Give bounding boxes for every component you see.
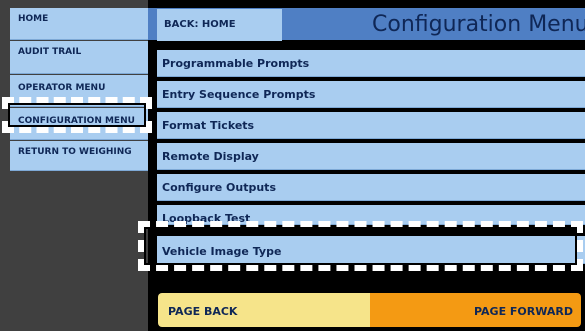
page-back-button[interactable]: PAGE BACK bbox=[158, 293, 370, 327]
menu-item-label: Programmable Prompts bbox=[162, 57, 310, 70]
sidebar: HOME AUDIT TRAIL OPERATOR MENU CONFIGURA… bbox=[0, 0, 148, 331]
menu-item-label: Remote Display bbox=[162, 150, 259, 163]
main-panel: BACK: HOME Configuration Menu Programmab… bbox=[148, 0, 585, 331]
menu-item-label: Format Tickets bbox=[162, 119, 255, 132]
menu-item-label: Entry Sequence Prompts bbox=[162, 88, 316, 101]
menu-item-format-tickets[interactable]: Format Tickets bbox=[157, 112, 585, 139]
back-home-button[interactable]: BACK: HOME bbox=[157, 9, 282, 41]
sidebar-item-label: RETURN TO WEIGHING bbox=[18, 147, 132, 157]
page-forward-button[interactable]: PAGE FORWARD bbox=[370, 293, 581, 327]
menu-item-label: Configure Outputs bbox=[162, 181, 276, 194]
header-bar: BACK: HOME Configuration Menu bbox=[148, 8, 585, 41]
sidebar-item-label: AUDIT TRAIL bbox=[18, 47, 82, 57]
page-forward-label: PAGE FORWARD bbox=[473, 305, 573, 318]
sidebar-item-audit-trail[interactable]: AUDIT TRAIL bbox=[10, 41, 148, 74]
menu-item-remote-display[interactable]: Remote Display bbox=[157, 143, 585, 170]
highlight-frame-configuration-menu bbox=[2, 97, 152, 133]
menu-item-programmable-prompts[interactable]: Programmable Prompts bbox=[157, 50, 585, 77]
sidebar-item-label: HOME bbox=[18, 14, 49, 24]
menu-item-configure-outputs[interactable]: Configure Outputs bbox=[157, 174, 585, 201]
page-title: Configuration Menu bbox=[372, 12, 585, 37]
sidebar-item-return-to-weighing[interactable]: RETURN TO WEIGHING bbox=[10, 141, 148, 171]
sidebar-item-home[interactable]: HOME bbox=[10, 8, 148, 40]
back-home-label: BACK: HOME bbox=[164, 19, 236, 30]
page-back-label: PAGE BACK bbox=[168, 305, 238, 318]
highlight-frame-vehicle-image-type bbox=[138, 221, 583, 271]
menu-item-entry-sequence-prompts[interactable]: Entry Sequence Prompts bbox=[157, 81, 585, 108]
sidebar-item-label: OPERATOR MENU bbox=[18, 83, 106, 93]
